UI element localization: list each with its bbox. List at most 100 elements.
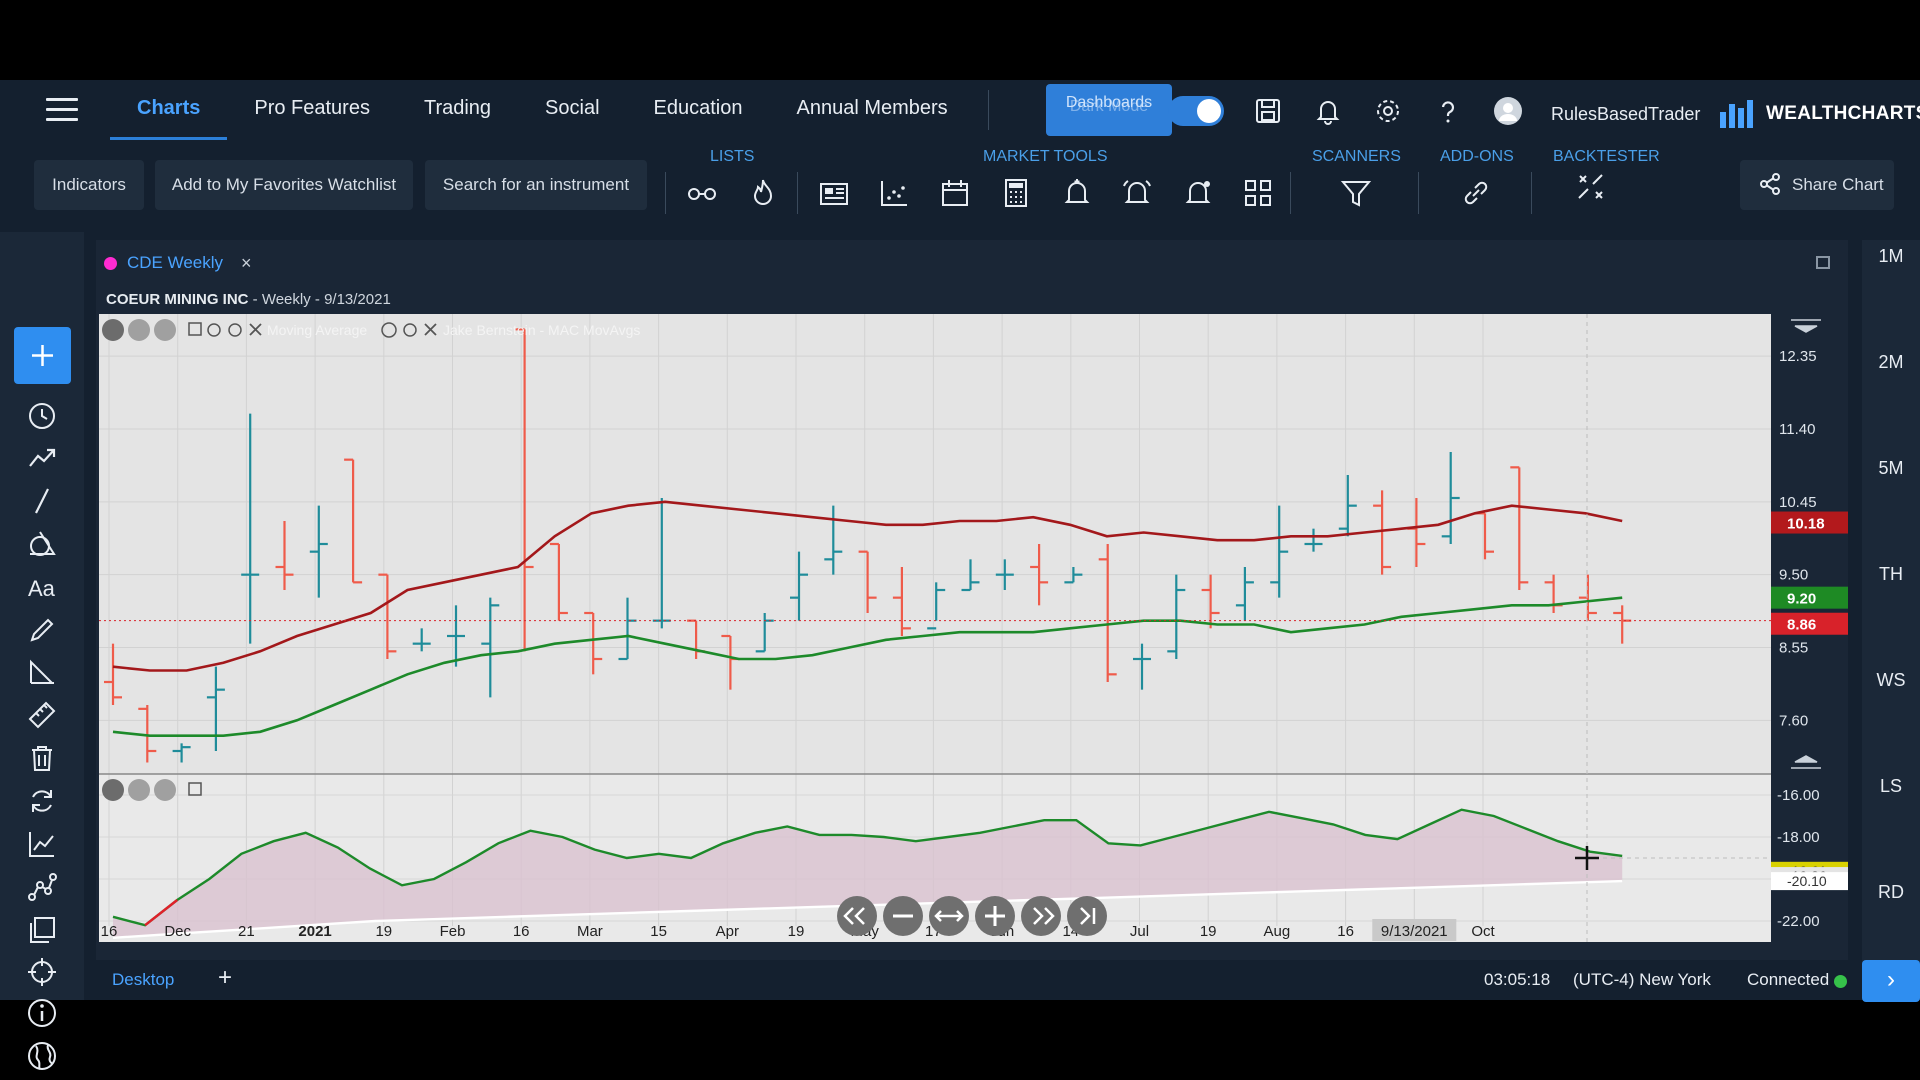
- x-axis-label: 19: [375, 923, 392, 940]
- price-axis-labels: 12.35 11.40 10.45 9.50 8.55 7.60: [1779, 348, 1817, 729]
- price-axis-label: 10.45: [1779, 494, 1817, 511]
- scatter-chart-icon[interactable]: [877, 176, 911, 210]
- lists-label: LISTS: [710, 148, 755, 165]
- price-axis[interactable]: 12.35 11.40 10.45 9.50 8.55 7.60 10.18 9.20 8.8…: [1771, 314, 1848, 942]
- fire-icon[interactable]: [746, 176, 780, 210]
- indicator-mac-movavgs-label[interactable]: Jake Bernstein - MAC MovAvgs: [443, 322, 640, 338]
- help-icon[interactable]: [1433, 96, 1463, 126]
- expand-sidebar-button[interactable]: ›: [1862, 960, 1920, 1002]
- move-down-icon[interactable]: [128, 319, 150, 341]
- status-bar: Desktop + 03:05:18 (UTC-4) New York Conn…: [84, 960, 1862, 1000]
- timezone-label[interactable]: (UTC-4) New York: [1573, 970, 1711, 990]
- heatmap-grid-icon[interactable]: [1241, 176, 1275, 210]
- move-down-icon[interactable]: [128, 779, 150, 801]
- ruler-icon[interactable]: [26, 699, 58, 731]
- backtester-label: BACKTESTER: [1553, 148, 1660, 165]
- refresh-icon[interactable]: [26, 785, 58, 817]
- scroll-end-button[interactable]: [1067, 896, 1107, 936]
- nodes-icon[interactable]: [26, 871, 58, 903]
- nav-tab-annual-members[interactable]: Annual Members: [770, 80, 975, 140]
- share-icon: [1760, 173, 1780, 195]
- oscillator-axis-labels: -16.00-18.00-20.00-22.00: [1777, 787, 1820, 930]
- gear-icon[interactable]: [1373, 96, 1403, 126]
- maximize-icon[interactable]: [1816, 256, 1830, 269]
- chart-plot-area[interactable]: 16Dec21202119Feb16Mar15Apr19May17Jun14Ju…: [99, 314, 1771, 942]
- info-icon[interactable]: [26, 997, 58, 1029]
- avatar-icon[interactable]: [1493, 96, 1523, 126]
- timeframe-ls[interactable]: LS: [1862, 776, 1920, 797]
- calendar-icon[interactable]: [938, 176, 972, 210]
- collapse-pane-icon[interactable]: [102, 779, 124, 801]
- move-up-icon[interactable]: [154, 779, 176, 801]
- trend-icon[interactable]: [26, 442, 58, 474]
- alarm-bell-icon[interactable]: [1120, 176, 1154, 210]
- oscillator-tag-label: -20.10: [1787, 873, 1827, 889]
- username-label[interactable]: RulesBasedTrader: [1551, 104, 1700, 125]
- filter-icon[interactable]: [1339, 176, 1373, 210]
- hamburger-menu-icon[interactable]: [46, 98, 78, 122]
- shapes-icon[interactable]: [26, 528, 58, 560]
- calculator-icon[interactable]: [999, 176, 1033, 210]
- alert-add-icon[interactable]: [1060, 176, 1094, 210]
- indicator-moving-average-label[interactable]: Moving Average: [267, 322, 367, 338]
- backtester-icon[interactable]: [1574, 170, 1608, 204]
- x-axis-label: 2021: [298, 923, 331, 940]
- collapse-pane-icon[interactable]: [102, 319, 124, 341]
- price-axis-label: 12.35: [1779, 348, 1817, 365]
- add-favorites-button[interactable]: Add to My Favorites Watchlist: [155, 160, 413, 210]
- nav-tab-social[interactable]: Social: [518, 80, 626, 140]
- x-axis-label: 19: [1200, 923, 1217, 940]
- timeframe-1m[interactable]: 1M: [1862, 246, 1920, 267]
- layers-icon[interactable]: [26, 914, 58, 946]
- timeframe-5m[interactable]: 5M: [1862, 458, 1920, 479]
- market-tools-label: MARKET TOOLS: [983, 148, 1108, 165]
- x-axis-label: 16: [513, 923, 530, 940]
- nav-tab-trading[interactable]: Trading: [397, 80, 518, 140]
- dashboards-button[interactable]: Dashboards Dark Mode: [1046, 84, 1172, 136]
- x-axis-label: Oct: [1471, 923, 1495, 940]
- bell-icon[interactable]: [1313, 96, 1343, 126]
- line-tool-icon[interactable]: [26, 485, 58, 517]
- share-chart-button[interactable]: Share Chart: [1740, 160, 1894, 210]
- indicators-button[interactable]: Indicators: [34, 160, 144, 210]
- nav-tab-education[interactable]: Education: [627, 80, 770, 140]
- search-instrument-button[interactable]: Search for an instrument: [425, 160, 647, 210]
- line-chart-icon[interactable]: [26, 828, 58, 860]
- save-icon[interactable]: [1253, 96, 1283, 126]
- axis-scale-handle-icon[interactable]: [1791, 755, 1821, 769]
- logo-text: WEALTHCHARTS: [1766, 103, 1920, 124]
- dark-mode-toggle[interactable]: [1168, 96, 1224, 126]
- price-tag-label: 8.86: [1787, 617, 1816, 634]
- add-workspace-icon[interactable]: +: [218, 964, 232, 992]
- chart-meta: - Weekly - 9/13/2021: [248, 291, 391, 308]
- price-chart-svg[interactable]: 16Dec21202119Feb16Mar15Apr19May17Jun14Ju…: [99, 314, 1771, 942]
- axis-scale-handle-icon[interactable]: [1791, 319, 1821, 333]
- glasses-icon[interactable]: [685, 176, 719, 210]
- close-tab-icon[interactable]: ×: [241, 253, 252, 274]
- workspace-tab-desktop[interactable]: Desktop: [112, 970, 174, 990]
- timeframe-2m[interactable]: 2M: [1862, 352, 1920, 373]
- nav-tab-pro-features[interactable]: Pro Features: [227, 80, 397, 140]
- timeframe-rd[interactable]: RD: [1862, 882, 1920, 903]
- target-icon[interactable]: [26, 956, 58, 988]
- timeframe-ws[interactable]: WS: [1862, 670, 1920, 691]
- newspaper-icon[interactable]: [817, 176, 851, 210]
- x-axis-label: 16: [1337, 923, 1354, 940]
- nav-tab-charts[interactable]: Charts: [110, 80, 228, 140]
- price-axis-svg[interactable]: 12.35 11.40 10.45 9.50 8.55 7.60 10.18 9.20 8.8…: [1771, 314, 1848, 942]
- angle-tool-icon[interactable]: [26, 656, 58, 688]
- oscillator-axis-label: -22.00: [1777, 913, 1820, 930]
- x-axis-label: Aug: [1264, 923, 1291, 940]
- crosshair-tool-button[interactable]: [14, 327, 71, 384]
- timeframe-th[interactable]: TH: [1862, 564, 1920, 585]
- link-icon[interactable]: [1459, 176, 1493, 210]
- trash-icon[interactable]: [26, 742, 58, 774]
- globe-icon[interactable]: [26, 1040, 58, 1072]
- alert-bell-icon[interactable]: [1181, 176, 1215, 210]
- pencil-icon[interactable]: [26, 614, 58, 646]
- clock-icon[interactable]: [26, 400, 58, 432]
- wealthcharts-logo-icon: [1720, 100, 1753, 128]
- text-tool-icon[interactable]: Aa: [26, 571, 58, 603]
- move-up-icon[interactable]: [154, 319, 176, 341]
- chart-tab-cde-weekly[interactable]: CDE Weekly ×: [104, 242, 252, 284]
